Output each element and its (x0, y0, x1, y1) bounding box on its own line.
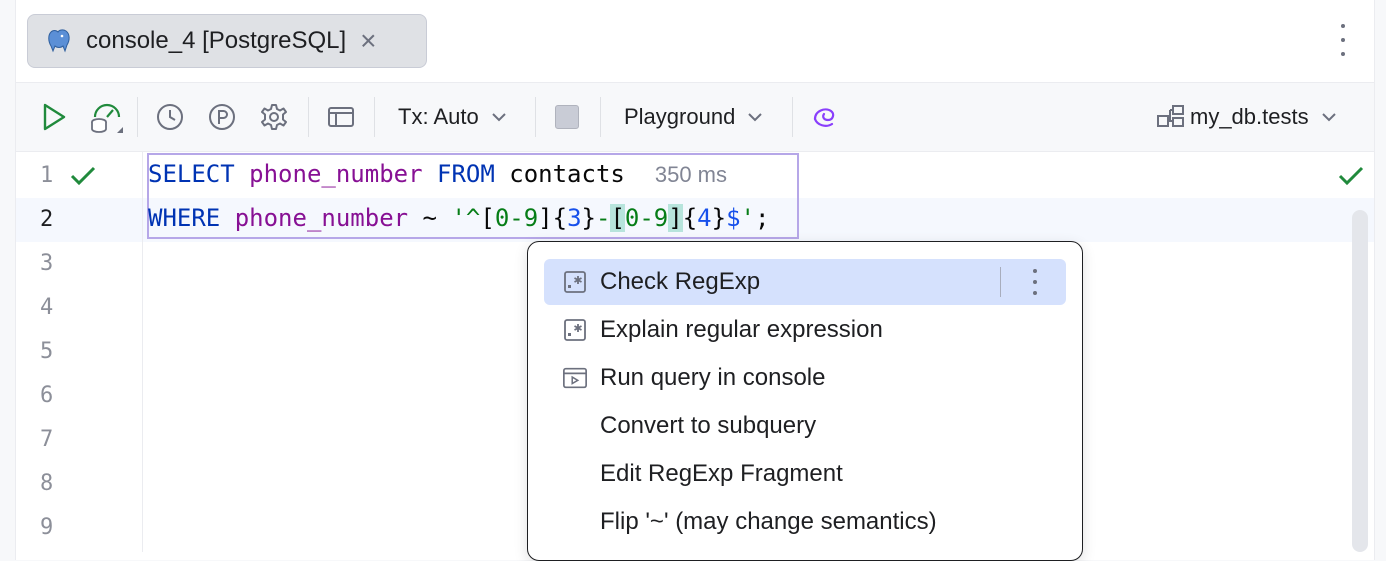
line-number: 5 (40, 339, 54, 364)
line-number: 7 (40, 427, 54, 452)
chevron-down-icon (1321, 113, 1336, 122)
menu-item-label: Convert to subquery (600, 412, 817, 439)
statement-terminator: ; (754, 204, 770, 232)
query-toolbar: Tx: Auto Playground my_db.tests (16, 83, 1374, 152)
gear-icon (261, 104, 287, 130)
run-icon (43, 103, 66, 131)
column-identifier: phone_number (234, 204, 409, 232)
postgresql-elephant-icon (48, 29, 70, 53)
transaction-mode-label: Tx: Auto (398, 104, 479, 129)
parameters-button[interactable] (206, 83, 238, 151)
line-number: 6 (40, 383, 54, 408)
code-line-1: SELECT phone_number FROM contacts 350 ms (148, 160, 727, 188)
regex-bracket: ] (538, 204, 553, 232)
datasource-label: my_db.tests (1190, 104, 1309, 129)
regex-bracket-highlighted: ] (668, 204, 683, 232)
more-options-icon[interactable] (1032, 269, 1038, 295)
console-run-icon (562, 365, 588, 391)
regex-bracket: [ (480, 204, 495, 232)
menu-item-convert-subquery[interactable]: Convert to subquery (544, 403, 1066, 449)
vertical-scrollbar[interactable] (1352, 210, 1368, 552)
regex-operator: ~ (408, 204, 452, 232)
chevron-down-icon (748, 113, 763, 122)
menu-item-flip-operator[interactable]: Flip '~' (may change semantics) (544, 499, 1066, 545)
ai-assistant-button[interactable] (808, 83, 840, 151)
intention-actions-popup: Check RegExp Explain regular expression … (527, 241, 1083, 561)
more-options-icon[interactable] (1340, 24, 1346, 56)
menu-item-explain-regex[interactable]: Explain regular expression (544, 307, 1066, 353)
datasource-schema-dropdown[interactable]: my_db.tests (1156, 83, 1352, 151)
history-button[interactable] (154, 83, 186, 151)
inspection-ok-icon[interactable] (1338, 166, 1364, 186)
sql-keyword: FROM (437, 160, 495, 188)
menu-item-label: Explain regular expression (600, 316, 883, 343)
clock-icon (157, 104, 183, 130)
schema-icon (1157, 105, 1184, 127)
menu-item-check-regexp[interactable]: Check RegExp (544, 259, 1066, 305)
playground-mode-dropdown[interactable]: Playground (624, 83, 784, 151)
tab-console-4[interactable]: console_4 [PostgreSQL] × (27, 14, 427, 68)
regex-brace: { (682, 204, 698, 232)
execution-time-hint: 350 ms (654, 162, 727, 187)
line-number: 3 (40, 251, 54, 276)
tab-bar: console_4 [PostgreSQL] × (16, 0, 1374, 83)
regex-quantifier: 4 (697, 204, 712, 232)
menu-item-edit-regexp-fragment[interactable]: Edit RegExp Fragment (544, 451, 1066, 497)
code-line-2: WHERE phone_number ~ '^[0-9]{3}-[0-9]{4}… (148, 204, 769, 232)
ai-assistant-icon (813, 108, 835, 127)
regexp-icon (562, 269, 588, 295)
table-identifier: contacts (509, 160, 625, 188)
string-quote: '^ (451, 204, 481, 232)
speedometer-db-icon (91, 103, 123, 133)
menu-item-divider (1000, 267, 1001, 297)
transaction-mode-dropdown[interactable]: Tx: Auto (398, 83, 528, 151)
explain-plan-button[interactable] (86, 83, 126, 151)
menu-item-label: Check RegExp (600, 268, 761, 295)
menu-item-label: Run query in console (600, 364, 826, 391)
sql-keyword: SELECT (148, 160, 235, 188)
regex-range: 0-9 (624, 204, 669, 232)
editor-window: console_4 [PostgreSQL] × Tx: Auto Playgr… (15, 0, 1375, 561)
stop-icon (555, 105, 579, 129)
regex-brace: } (581, 204, 596, 232)
panel-layout-icon (328, 107, 354, 127)
stop-button[interactable] (552, 83, 582, 151)
tab-label: console_4 [PostgreSQL] (86, 27, 347, 54)
settings-button[interactable] (258, 83, 290, 151)
menu-item-label: Edit RegExp Fragment (600, 460, 843, 487)
menu-item-label: Flip '~' (may change semantics) (600, 508, 937, 535)
close-icon[interactable]: × (360, 27, 376, 55)
parameter-p-icon (209, 104, 235, 130)
regex-bracket-highlighted: [ (610, 204, 625, 232)
line-number: 2 (40, 207, 54, 232)
string-quote: ' (740, 204, 755, 232)
line-number: 1 (40, 163, 54, 188)
regex-quantifier: 3 (567, 204, 582, 232)
regex-anchor: $ (726, 204, 741, 232)
regexp-icon (562, 317, 588, 343)
column-identifier: phone_number (249, 160, 423, 188)
sql-keyword: WHERE (148, 204, 221, 232)
regex-brace: { (552, 204, 568, 232)
line-number: 4 (40, 295, 54, 320)
menu-item-run-query[interactable]: Run query in console (544, 355, 1066, 401)
line-number: 8 (40, 471, 54, 496)
editor-gutter: 1 2 3 4 5 6 7 8 9 (16, 152, 143, 552)
regex-range: 0-9 (494, 204, 539, 232)
checkmark-icon (70, 166, 96, 186)
playground-label: Playground (624, 104, 736, 129)
chevron-down-icon (492, 113, 506, 122)
run-button[interactable] (36, 83, 72, 151)
line-number: 9 (40, 515, 54, 540)
output-panel-button[interactable] (324, 83, 358, 151)
regex-literal: - (595, 204, 611, 232)
regex-brace: } (711, 204, 727, 232)
